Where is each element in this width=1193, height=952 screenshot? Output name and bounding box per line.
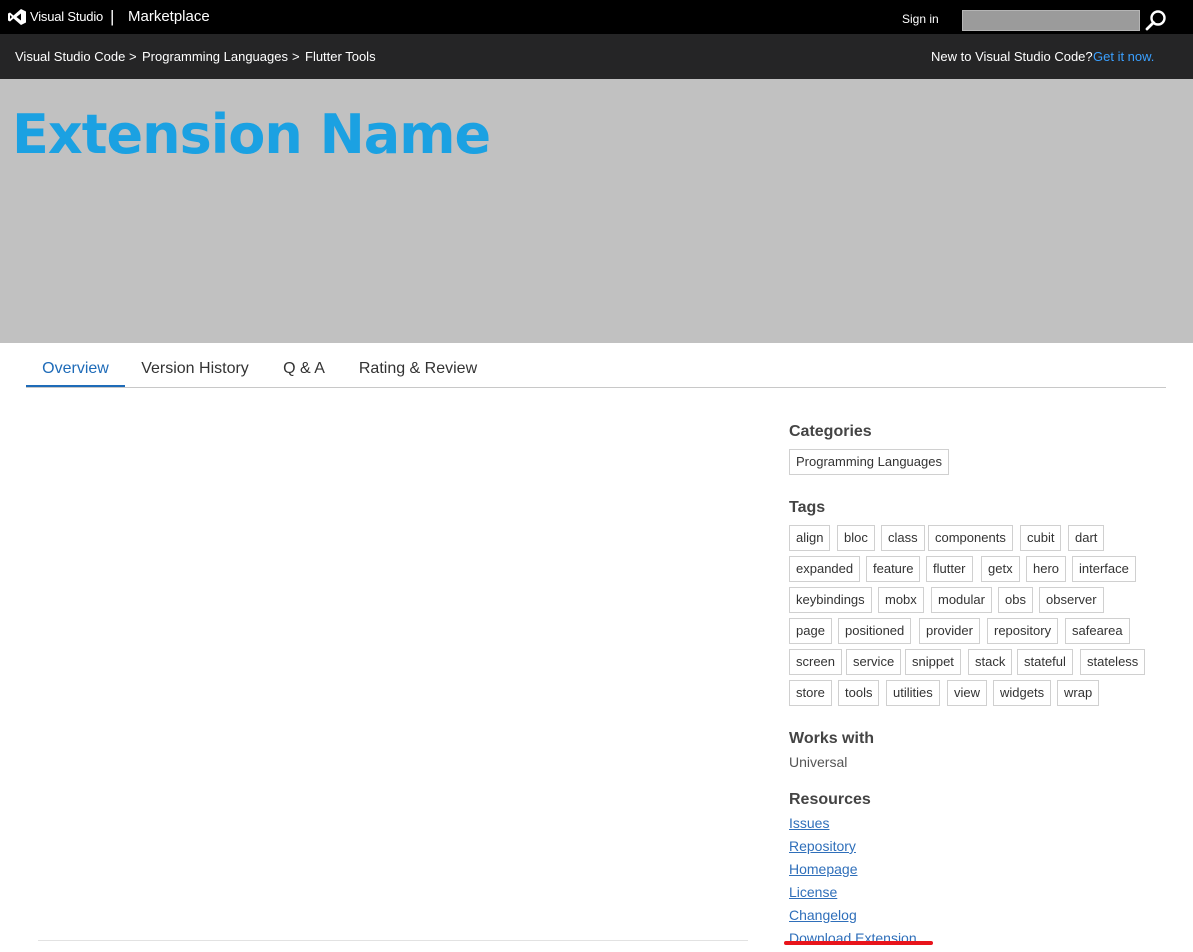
categories-heading: Categories [789, 423, 872, 440]
extension-name: Extension Name [12, 103, 491, 166]
breadcrumb-separator: > [129, 49, 137, 64]
resource-link-homepage[interactable]: Homepage [789, 861, 858, 878]
resource-link-license[interactable]: License [789, 884, 837, 901]
tag[interactable]: getx [981, 556, 1020, 582]
tag[interactable]: expanded [789, 556, 861, 582]
tag[interactable]: positioned [838, 618, 912, 644]
sign-in-link[interactable]: Sign in [902, 12, 939, 26]
tag[interactable]: tools [838, 680, 880, 706]
search-icon[interactable] [1145, 9, 1167, 31]
tag[interactable]: wrap [1057, 680, 1100, 706]
breadcrumb-separator: > [292, 49, 300, 64]
tab-overview[interactable]: Overview [26, 350, 125, 387]
resource-link-changelog[interactable]: Changelog [789, 907, 857, 924]
top-bar: Visual Studio | Marketplace Sign in [0, 0, 1193, 34]
works-with-heading: Works with [789, 730, 875, 747]
tab-rating-review[interactable]: Rating & Review [354, 350, 482, 387]
tag[interactable]: screen [789, 649, 843, 675]
tag[interactable]: provider [919, 618, 980, 644]
tag[interactable]: class [881, 525, 925, 551]
tag[interactable]: cubit [1020, 525, 1062, 551]
resource-link-issues[interactable]: Issues [789, 815, 829, 832]
tag[interactable]: view [947, 680, 988, 706]
tag[interactable]: service [846, 649, 902, 675]
resources-heading: Resources [789, 791, 871, 808]
breadcrumb-current: Flutter Tools [305, 49, 376, 64]
tag[interactable]: dart [1068, 525, 1105, 551]
tag[interactable]: widgets [993, 680, 1052, 706]
new-to-vscode-text: New to Visual Studio Code? [931, 49, 1093, 64]
tag[interactable]: feature [866, 556, 921, 582]
tag[interactable]: store [789, 680, 832, 706]
tag[interactable]: interface [1072, 556, 1136, 582]
tag[interactable]: observer [1039, 587, 1104, 613]
tag[interactable]: utilities [886, 680, 940, 706]
visual-studio-logo-icon[interactable] [8, 9, 26, 25]
works-with-value: Universal [789, 754, 848, 770]
breadcrumb-programming-languages[interactable]: Programming Languages [142, 49, 288, 65]
category-tag[interactable]: Programming Languages [789, 449, 949, 475]
tags-heading: Tags [789, 499, 826, 516]
tag[interactable]: obs [998, 587, 1033, 613]
brand-name[interactable]: Visual Studio [30, 9, 103, 25]
tag[interactable]: mobx [878, 587, 924, 613]
content-divider [38, 940, 748, 941]
resource-link-repository[interactable]: Repository [789, 838, 856, 855]
get-it-now-link[interactable]: Get it now. [1093, 49, 1154, 65]
tag[interactable]: snippet [905, 649, 961, 675]
tag[interactable]: keybindings [789, 587, 872, 613]
tab-bar: Overview Version History Q & A Rating & … [26, 350, 1166, 388]
breadcrumb: Visual Studio Code > Programming Languag… [0, 34, 1193, 79]
tag[interactable]: stack [968, 649, 1013, 675]
tag[interactable]: bloc [837, 525, 875, 551]
tag[interactable]: components [928, 525, 1013, 551]
tag[interactable]: stateful [1017, 649, 1073, 675]
tab-version-history[interactable]: Version History [134, 350, 256, 387]
extension-banner: Extension Name [0, 79, 1193, 343]
marketplace-title[interactable]: Marketplace [128, 8, 210, 26]
tag[interactable]: align [789, 525, 831, 551]
breadcrumb-vscode[interactable]: Visual Studio Code [15, 49, 125, 65]
tag[interactable]: stateless [1080, 649, 1146, 675]
tag[interactable]: hero [1026, 556, 1067, 582]
search-input[interactable] [962, 10, 1140, 31]
tab-q-and-a[interactable]: Q & A [274, 350, 334, 387]
tag[interactable]: modular [931, 587, 992, 613]
brand-separator: | [110, 7, 115, 26]
tag[interactable]: repository [987, 618, 1059, 644]
tag[interactable]: page [789, 618, 832, 644]
download-highlight-underline [784, 941, 933, 945]
tag[interactable]: flutter [926, 556, 973, 582]
tag[interactable]: safearea [1065, 618, 1130, 644]
